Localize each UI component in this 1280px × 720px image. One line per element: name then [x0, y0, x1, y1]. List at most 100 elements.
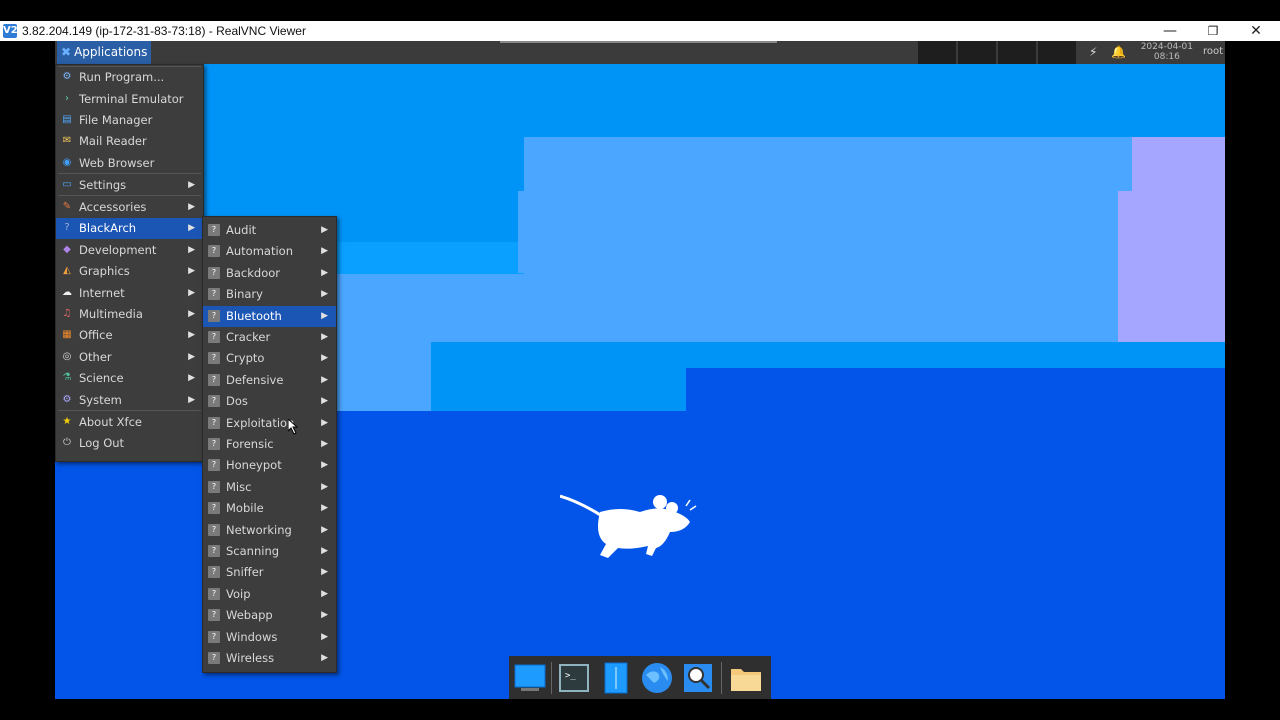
menu-item-mail-reader[interactable]: ✉ Mail Reader: [56, 131, 203, 152]
submenu-arrow-icon: ▶: [188, 309, 195, 319]
letterbox-top: [0, 0, 1280, 21]
menu-item-label: Exploitation: [226, 415, 295, 430]
menu-item-label: Networking: [226, 522, 292, 537]
menu-item-label: Webapp: [226, 608, 273, 623]
submenu-arrow-icon: ▶: [188, 395, 195, 405]
menu-item-label: Scanning: [226, 544, 280, 558]
blackarch-item-defensive[interactable]: ? Defensive ▶: [203, 370, 336, 391]
missing-image-icon: ?: [208, 416, 220, 429]
menu-item-label: Misc: [226, 479, 252, 494]
workspace-3[interactable]: [998, 41, 1036, 64]
workspace-4[interactable]: [1038, 41, 1076, 64]
restore-button[interactable]: ❐: [1191, 21, 1235, 41]
menu-item-graphics[interactable]: ◭ Graphics ▶: [56, 261, 203, 282]
blackarch-item-automation[interactable]: ? Automation ▶: [203, 241, 336, 262]
menu-item-label: Multimedia: [79, 307, 143, 321]
notification-bell-icon[interactable]: 🔔: [1111, 45, 1126, 59]
menu-item-settings[interactable]: ▭ Settings ▶: [56, 175, 203, 196]
submenu-arrow-icon: ▶: [321, 524, 328, 535]
blackarch-item-exploitation[interactable]: ? Exploitation ▶: [203, 413, 336, 434]
menu-item-file-manager[interactable]: ▤ File Manager: [56, 110, 203, 131]
menu-item-science[interactable]: ⚗ Science ▶: [56, 368, 203, 389]
menu-item-label: Automation: [226, 244, 293, 259]
menu-item-label: Binary: [226, 287, 263, 302]
menu-item-label: Settings: [79, 178, 127, 192]
menu-item-label: Backdoor: [226, 265, 281, 280]
missing-image-icon: ?: [208, 523, 220, 536]
menu-item-label: Sniffer: [226, 565, 264, 580]
blackarch-item-webapp[interactable]: ? Webapp ▶: [203, 605, 336, 626]
blackarch-item-bluetooth[interactable]: ? Bluetooth ▶: [203, 305, 336, 327]
mouse-cursor: [288, 419, 298, 435]
blackarch-item-wireless[interactable]: ? Wireless ▶: [203, 648, 336, 669]
missing-image-icon: ?: [208, 480, 220, 493]
blackarch-item-windows[interactable]: ? Windows ▶: [203, 627, 336, 648]
menu-item-label: Office: [79, 328, 113, 342]
blackarch-item-forensic[interactable]: ? Forensic ▶: [203, 434, 336, 455]
workspace-1[interactable]: [918, 41, 956, 64]
menu-item-web-browser[interactable]: ◉ Web Browser: [56, 153, 203, 174]
blackarch-item-scanning[interactable]: ? Scanning ▶: [203, 541, 336, 562]
menu-item-label: Crypto: [226, 351, 265, 366]
blackarch-item-honeypot[interactable]: ? Honeypot ▶: [203, 455, 336, 476]
blackarch-item-dos[interactable]: ? Dos ▶: [203, 391, 336, 412]
menu-item-log-out[interactable]: ⏻ Log Out: [56, 433, 203, 454]
menu-item-label: Honeypot: [226, 458, 282, 473]
star-icon: ★: [62, 416, 72, 427]
menu-item-system[interactable]: ⚙ System ▶: [56, 390, 203, 411]
panel-user[interactable]: root: [1203, 46, 1223, 57]
blackarch-item-binary[interactable]: ? Binary ▶: [203, 284, 336, 305]
menu-item-label: Other: [79, 350, 112, 364]
settings-icon: ▭: [62, 179, 72, 190]
science-icon: ⚗: [62, 372, 72, 383]
realvnc-app-icon: V2: [3, 24, 18, 38]
blackarch-item-crypto[interactable]: ? Crypto ▶: [203, 348, 336, 369]
close-button[interactable]: ✕: [1234, 21, 1278, 41]
missing-image-icon: ?: [208, 309, 220, 322]
submenu-arrow-icon: ▶: [321, 481, 328, 492]
panel-clock[interactable]: 2024-04-01 08:16: [1141, 42, 1193, 62]
menu-item-label: Wireless: [226, 651, 275, 665]
menu-item-development[interactable]: ◆ Development ▶: [56, 240, 203, 261]
menu-item-blackarch[interactable]: ? BlackArch ▶: [56, 218, 203, 239]
menu-item-multimedia[interactable]: ♫ Multimedia ▶: [56, 304, 203, 325]
minimize-button[interactable]: —: [1148, 21, 1192, 41]
menu-item-office[interactable]: ▦ Office ▶: [56, 325, 203, 346]
blackarch-item-mobile[interactable]: ? Mobile ▶: [203, 498, 336, 519]
remote-desktop[interactable]: ✖ Applications ⚡ 🔔 2024-04-01 08:16 root …: [55, 41, 1225, 699]
missing-image-icon: ?: [208, 459, 220, 472]
menu-item-label: Terminal Emulator: [79, 92, 184, 106]
show-desktop-icon[interactable]: [513, 661, 547, 695]
web-browser-icon[interactable]: [640, 661, 674, 695]
blackarch-item-backdoor[interactable]: ? Backdoor ▶: [203, 263, 336, 284]
menu-item-label: Internet: [79, 286, 125, 300]
workspace-2[interactable]: [958, 41, 996, 64]
vnc-window-titlebar[interactable]: V2 3.82.204.149 (ip-172-31-83-73:18) - R…: [0, 21, 1280, 41]
folder-icon[interactable]: [729, 661, 763, 695]
menu-item-internet[interactable]: ☁ Internet ▶: [56, 283, 203, 304]
blackarch-item-networking[interactable]: ? Networking ▶: [203, 520, 336, 541]
blackarch-item-voip[interactable]: ? Voip ▶: [203, 584, 336, 605]
missing-image-icon: ?: [208, 395, 220, 408]
blackarch-item-audit[interactable]: ? Audit ▶: [203, 220, 336, 241]
blackarch-item-sniffer[interactable]: ? Sniffer ▶: [203, 562, 336, 583]
menu-item-accessories[interactable]: ✎ Accessories ▶: [56, 197, 203, 218]
missing-image-icon: ?: [208, 566, 220, 579]
file-manager-icon: ▤: [62, 114, 72, 125]
file-manager-icon[interactable]: [599, 661, 633, 695]
app-finder-icon[interactable]: [681, 661, 715, 695]
network-disconnected-icon[interactable]: ⚡: [1089, 45, 1097, 59]
terminal-icon[interactable]: >_: [557, 661, 591, 695]
blackarch-item-misc[interactable]: ? Misc ▶: [203, 477, 336, 498]
menu-item-label: Bluetooth: [226, 308, 282, 323]
submenu-arrow-icon: ▶: [321, 460, 328, 471]
missing-image-icon: ?: [208, 352, 220, 365]
applications-menu-button[interactable]: ✖ Applications: [57, 41, 152, 64]
menu-item-other[interactable]: ◎ Other ▶: [56, 347, 203, 368]
menu-item-about-xfce[interactable]: ★ About Xfce: [56, 412, 203, 433]
menu-item-terminal-emulator[interactable]: › Terminal Emulator: [56, 89, 203, 110]
blackarch-item-cracker[interactable]: ? Cracker ▶: [203, 327, 336, 348]
missing-image-icon: ?: [208, 224, 220, 236]
letterbox-bottom: [0, 699, 1280, 720]
menu-item-run-program[interactable]: ⚙ Run Program...: [56, 67, 203, 88]
